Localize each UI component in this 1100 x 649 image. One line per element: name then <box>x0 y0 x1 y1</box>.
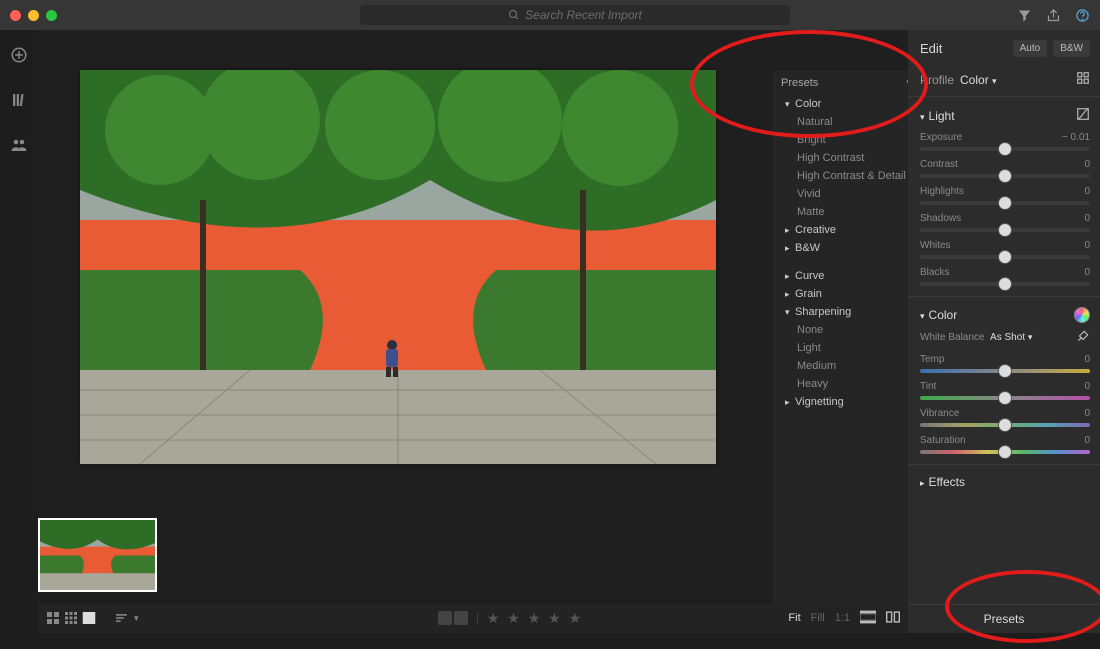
auto-button[interactable]: Auto <box>1013 40 1048 57</box>
search-input[interactable]: Search Recent Import <box>360 5 790 25</box>
exposure-slider[interactable]: Exposure− 0.01 <box>920 132 1090 151</box>
divider: | <box>476 612 479 624</box>
share-icon[interactable] <box>1046 8 1061 23</box>
vibrance-slider[interactable]: Vibrance0 <box>920 408 1090 427</box>
chevron-down-icon: ▾ <box>134 613 139 624</box>
presets-button[interactable]: Presets <box>908 604 1100 633</box>
main-photo-content <box>80 70 716 464</box>
blacks-slider[interactable]: Blacks0 <box>920 267 1090 286</box>
view-mode-buttons <box>46 612 96 624</box>
filter-funnel-icon[interactable] <box>1017 8 1032 23</box>
window-controls <box>10 10 57 21</box>
filmstrip-icon[interactable] <box>860 610 876 627</box>
close-window-button[interactable] <box>10 10 21 21</box>
edit-title: Edit <box>920 41 942 56</box>
chevron-down-icon: ▾ <box>992 76 997 86</box>
thumbnail[interactable] <box>38 518 157 592</box>
edit-panel: Edit Auto B&W Profile Color ▾ ▾Light Expo… <box>908 30 1100 633</box>
bottom-toolbar: ▾ | ★ ★ ★ ★ ★ Fit Fill 1:1 <box>38 603 908 633</box>
contrast-slider[interactable]: Contrast0 <box>920 159 1090 178</box>
main-photo[interactable] <box>80 70 716 464</box>
sort-button[interactable]: ▾ <box>116 612 139 624</box>
search-icon <box>508 9 520 21</box>
effects-toggle[interactable]: ▸Effects <box>920 475 965 489</box>
saturation-slider[interactable]: Saturation0 <box>920 435 1090 454</box>
square-grid-icon[interactable] <box>64 612 78 624</box>
title-bar: Search Recent Import <box>0 0 1100 30</box>
profile-browser-icon[interactable] <box>1076 71 1090 88</box>
minimize-window-button[interactable] <box>28 10 39 21</box>
fill-button[interactable]: Fill <box>811 612 825 624</box>
tone-curve-icon[interactable] <box>1076 107 1090 124</box>
bw-button[interactable]: B&W <box>1053 40 1090 57</box>
topbar-right <box>1017 8 1090 23</box>
single-view-icon[interactable] <box>82 612 96 624</box>
presets-title: Presets <box>781 77 818 89</box>
left-nav <box>0 30 38 649</box>
shadows-slider[interactable]: Shadows0 <box>920 213 1090 232</box>
chevron-down-icon: ▾ <box>1028 332 1033 342</box>
wb-value[interactable]: As Shot ▾ <box>990 332 1032 343</box>
star-rating[interactable]: ★ ★ ★ ★ ★ <box>487 610 583 627</box>
add-photo-icon[interactable] <box>10 46 28 67</box>
fit-button[interactable]: Fit <box>788 612 800 624</box>
compare-icon[interactable] <box>886 610 900 627</box>
thumbnail-content <box>40 520 155 590</box>
profile-label: Profile <box>920 73 954 87</box>
people-icon[interactable] <box>10 136 28 157</box>
wb-label: White Balance <box>920 332 984 343</box>
color-mixer-icon[interactable] <box>1074 307 1090 323</box>
highlights-slider[interactable]: Highlights0 <box>920 186 1090 205</box>
flag-buttons[interactable] <box>438 611 468 625</box>
search-placeholder: Search Recent Import <box>525 8 642 22</box>
color-section: ▾Color White Balance As Shot ▾ Temp0 Tin… <box>908 296 1100 464</box>
help-icon[interactable] <box>1075 8 1090 23</box>
temp-slider[interactable]: Temp0 <box>920 354 1090 373</box>
color-toggle[interactable]: ▾Color <box>920 308 957 322</box>
photo-canvas-area: Presets ••• ✕ ▾Color Natural Bright High… <box>38 30 908 600</box>
eyedropper-icon[interactable] <box>1076 329 1090 346</box>
fullscreen-window-button[interactable] <box>46 10 57 21</box>
effects-section: ▸Effects <box>908 464 1100 497</box>
whites-slider[interactable]: Whites0 <box>920 240 1090 259</box>
profile-value[interactable]: Color ▾ <box>960 73 997 87</box>
my-photos-icon[interactable] <box>10 91 28 112</box>
light-section: ▾Light Exposure− 0.01 Contrast0 Highligh… <box>908 96 1100 296</box>
light-toggle[interactable]: ▾Light <box>920 109 955 123</box>
grid-view-icon[interactable] <box>46 612 60 624</box>
oneone-button[interactable]: 1:1 <box>835 612 850 624</box>
tint-slider[interactable]: Tint0 <box>920 381 1090 400</box>
